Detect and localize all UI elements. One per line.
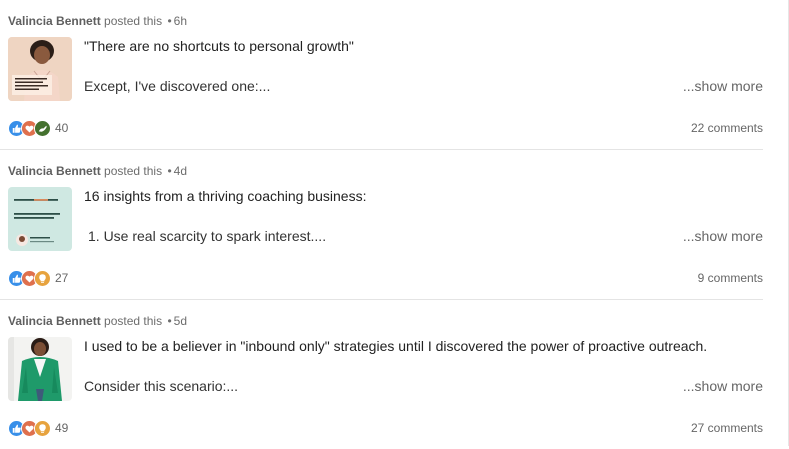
post-text-line-1[interactable]: 16 insights from a thriving coaching bus… [84, 188, 366, 204]
support-icon [34, 119, 51, 137]
feed-post[interactable]: Valincia Bennett posted this • 5d I used … [0, 300, 763, 449]
comments-count[interactable]: 22 comments [691, 121, 763, 135]
post-text-line-2[interactable]: Except, I've discovered one:... [84, 78, 270, 94]
post-text-line-1[interactable]: I used to be a believer in "inbound only… [84, 338, 707, 354]
post-action: posted this [104, 164, 163, 178]
reactions-summary[interactable]: 40 [8, 119, 69, 137]
insightful-icon [34, 419, 51, 437]
post-age: 6h [173, 14, 187, 28]
reactions-summary[interactable]: 27 [8, 269, 69, 287]
post-text-line-2[interactable]: Consider this scenario:... [84, 378, 238, 394]
show-more-button[interactable]: ...show more [683, 378, 763, 394]
post-action: posted this [104, 14, 163, 28]
post-meta: Valincia Bennett posted this • 4d [8, 164, 187, 178]
feed-post[interactable]: Valincia Bennett posted this • 4d 16 insi… [0, 150, 763, 300]
post-thumbnail[interactable] [8, 37, 72, 101]
woman-green-blazer-image [8, 337, 72, 401]
show-more-button[interactable]: ...show more [683, 78, 763, 94]
meta-bullet: • [167, 14, 172, 28]
insightful-icon [34, 269, 51, 287]
meta-bullet: • [167, 164, 172, 178]
post-author[interactable]: Valincia Bennett [8, 14, 101, 28]
woman-portrait-image [8, 37, 72, 101]
post-thumbnail[interactable] [8, 187, 72, 251]
post-author[interactable]: Valincia Bennett [8, 314, 101, 328]
post-text-line-1[interactable]: "There are no shortcuts to personal grow… [84, 38, 354, 54]
post-meta: Valincia Bennett posted this • 6h [8, 14, 187, 28]
show-more-button[interactable]: ...show more [683, 228, 763, 244]
post-action: posted this [104, 314, 163, 328]
post-age: 5d [173, 314, 187, 328]
activity-feed: Valincia Bennett posted this • 6h "There … [0, 0, 770, 449]
meta-bullet: • [167, 314, 172, 328]
reaction-count: 49 [55, 421, 69, 435]
post-text-line-2[interactable]: 1. Use real scarcity to spark interest..… [88, 228, 326, 244]
reaction-count: 40 [55, 121, 69, 135]
feed-post[interactable]: Valincia Bennett posted this • 6h "There … [0, 0, 763, 150]
post-age: 4d [173, 164, 187, 178]
post-author[interactable]: Valincia Bennett [8, 164, 101, 178]
comments-count[interactable]: 27 comments [691, 421, 763, 435]
reaction-count: 27 [55, 271, 69, 285]
reactions-summary[interactable]: 49 [8, 419, 69, 437]
quote-card-image [8, 187, 72, 251]
comments-count[interactable]: 9 comments [698, 271, 763, 285]
post-thumbnail[interactable] [8, 337, 72, 401]
post-meta: Valincia Bennett posted this • 5d [8, 314, 187, 328]
